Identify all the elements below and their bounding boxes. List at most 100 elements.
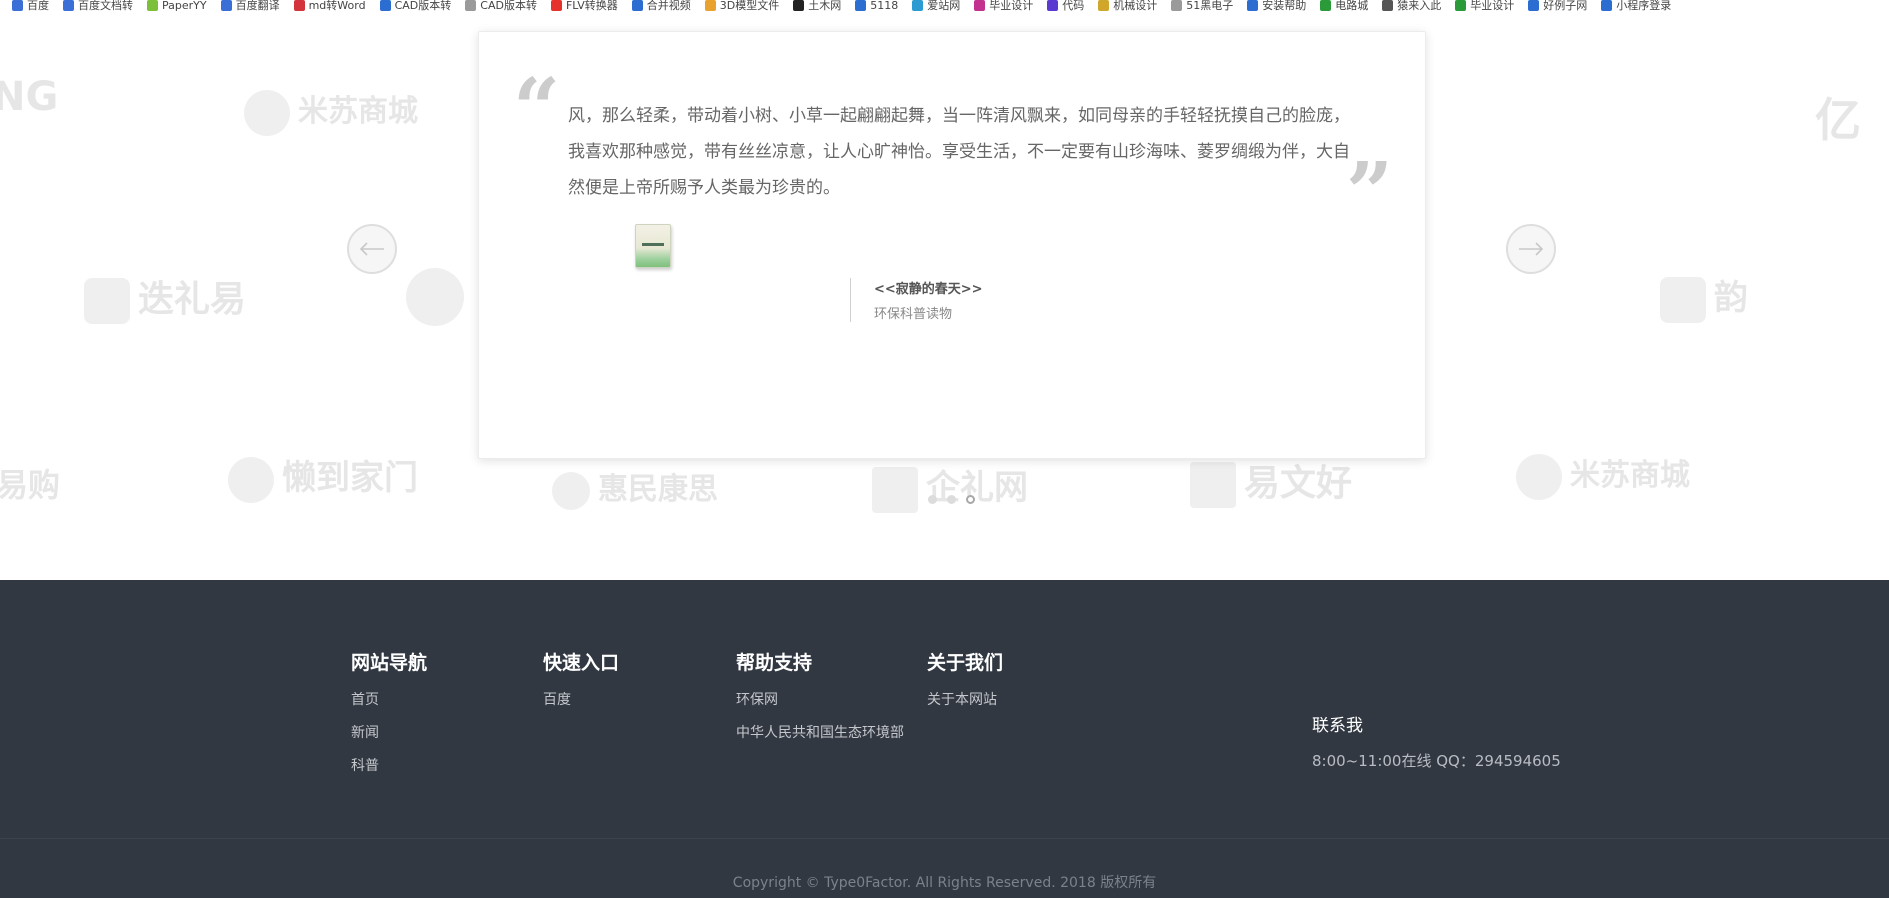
partner-mark-icon (1516, 453, 1562, 500)
partner-mark-icon (84, 278, 130, 324)
bookmark-item[interactable]: 好例子网 (1528, 0, 1587, 13)
partner-logo: 韵 (1660, 270, 1748, 323)
miniprogram-icon (1601, 0, 1613, 11)
bookmark-item[interactable]: 电路城 (1320, 0, 1368, 13)
aizhan-icon (912, 0, 924, 11)
translate-icon (220, 0, 232, 11)
graduation-icon (1455, 0, 1467, 11)
bookmark-item[interactable]: 5118 (855, 0, 898, 13)
bookmark-item[interactable]: 爱站网 (912, 0, 960, 13)
bookmark-item[interactable]: 百度 (12, 0, 49, 13)
bookmark-item[interactable]: 3D模型文件 (704, 0, 779, 13)
footer-link-science[interactable]: 科普 (351, 758, 427, 774)
footer-column-about: 关于我们 关于本网站 (927, 648, 1003, 725)
bookmark-item[interactable]: CAD版本转 (465, 0, 537, 13)
ape-icon (1382, 0, 1394, 11)
footer-link-home[interactable]: 首页 (351, 692, 427, 708)
partner-logo: 易购 (0, 466, 61, 504)
partner-logo: 亿 (1815, 93, 1861, 147)
partner-logo: 迭礼易 (84, 270, 246, 324)
footer-column-title: 帮助支持 (736, 652, 813, 674)
partner-mark-icon (1190, 462, 1236, 508)
bookmark-item[interactable]: 毕业设计 (1455, 0, 1514, 13)
partner-logo: 米苏商城 (244, 86, 418, 136)
baidu-icon (12, 0, 23, 11)
partner-name: 米苏商城 (298, 94, 418, 129)
testimonial-quote: 风，那么轻柔，带动着小树、小草一起翩翩起舞，当一阵清风飘来，如同母亲的手轻轻抚摸… (568, 106, 1350, 198)
bookmark-item[interactable]: 机械设计 (1098, 0, 1157, 13)
book-subtitle: 环保科普读物 (874, 307, 953, 322)
bookmark-item[interactable]: 百度文档转 (63, 0, 133, 13)
partner-mark-icon (872, 466, 918, 513)
bookmark-label: 百度 (27, 0, 49, 12)
footer-divider (0, 838, 1889, 839)
footer-link-baidu[interactable]: 百度 (543, 692, 619, 708)
bookmark-label: 好例子网 (1543, 0, 1588, 12)
bookmark-item[interactable]: 代码 (1047, 0, 1084, 13)
partner-name: 米苏商城 (1570, 458, 1690, 493)
book-cover-image (633, 224, 673, 270)
carousel-dot[interactable] (947, 495, 956, 504)
bookmark-label: 百度文档转 (78, 0, 133, 12)
civil-icon (793, 0, 805, 11)
bookmark-item[interactable]: 猿来入此 (1382, 0, 1441, 13)
footer-link-news[interactable]: 新闻 (351, 725, 427, 741)
contact-block: 联系我 8:00~11:00在线 QQ：294594605 (1312, 711, 1561, 771)
code-icon (1047, 0, 1059, 11)
circuit-icon (1320, 0, 1332, 11)
bookmark-label: 毕业设计 (989, 0, 1034, 12)
bookmark-item[interactable]: 合并视频 (631, 0, 691, 13)
partner-name: 韵 (1714, 278, 1748, 318)
bookmark-item[interactable]: md转Word (293, 0, 366, 13)
arrow-left-icon (359, 242, 384, 256)
partner-logo: 惠民康思 (552, 464, 718, 510)
contact-title: 联系我 (1312, 716, 1363, 736)
testimonial-card: “ 风，那么轻柔，带动着小树、小草一起翩翩起舞，当一阵清风飘来，如同母亲的手轻轻… (478, 31, 1426, 459)
prev-arrow-button[interactable] (347, 224, 397, 274)
bookmark-item[interactable]: 毕业设计 (974, 0, 1033, 13)
bookmark-label: 爱站网 (927, 0, 961, 12)
bookmark-label: 电路城 (1335, 0, 1369, 12)
footer-link-about[interactable]: 关于本网站 (927, 692, 1003, 708)
partner-logo: 懒到家门 (228, 450, 418, 503)
partner-mark-icon (228, 456, 274, 503)
bookmark-item[interactable]: 土木网 (793, 0, 841, 13)
bookmark-item[interactable]: 百度翻译 (220, 0, 280, 13)
footer-column-nav: 网站导航 首页 新闻 科普 (351, 648, 427, 791)
footer-column-title: 关于我们 (927, 652, 1004, 674)
bookmark-item[interactable]: FLV转换器 (550, 0, 618, 13)
partner-mark-icon (552, 471, 590, 510)
partner-mark-icon (1660, 276, 1706, 323)
bookmark-label: 机械设计 (1113, 0, 1158, 12)
bookmark-item[interactable]: 51黑电子 (1171, 0, 1233, 13)
mechanical-icon (1098, 0, 1110, 11)
bookmark-label: 猿来入此 (1397, 0, 1442, 12)
footer-link-env[interactable]: 环保网 (736, 692, 904, 708)
divider (850, 278, 851, 322)
paperyy-icon (147, 0, 158, 11)
bookmark-label: CAD版本转 (394, 0, 452, 12)
page-icon (1171, 0, 1183, 11)
bookmark-label: 5118 (870, 0, 899, 12)
bookmark-item[interactable]: 安装帮助 (1247, 0, 1306, 13)
carousel-pagination (928, 495, 975, 504)
bookmark-label: md转Word (308, 0, 366, 12)
carousel-dot-active[interactable] (966, 495, 975, 504)
bookmark-label: PaperYY (162, 0, 207, 12)
partner-logo: 米苏商城 (1516, 450, 1690, 500)
copyright-text: Copyright © Type0Factor. All Rights Rese… (732, 875, 1157, 891)
bookmark-item[interactable]: 小程序登录 (1601, 0, 1671, 13)
bookmark-item[interactable]: PaperYY (147, 0, 207, 13)
partner-name: 懒到家门 (282, 458, 418, 498)
carousel-dot[interactable] (928, 495, 937, 504)
bookmark-item[interactable]: CAD版本转 (379, 0, 452, 13)
partner-mark-icon (406, 268, 464, 326)
bookmark-label: 51黑电子 (1186, 0, 1234, 12)
bookmarks-bar: 百度 百度文档转 PaperYY 百度翻译 md转Word CAD版本转 CAD… (0, 0, 1889, 14)
partner-logo: NG (0, 74, 59, 120)
next-arrow-button[interactable] (1506, 224, 1556, 274)
footer-link-ministry[interactable]: 中华人民共和国生态环境部 (736, 725, 904, 741)
page-icon (465, 0, 477, 11)
partner-name: 迭礼易 (138, 279, 247, 320)
partner-name: 易文好 (1244, 463, 1353, 504)
